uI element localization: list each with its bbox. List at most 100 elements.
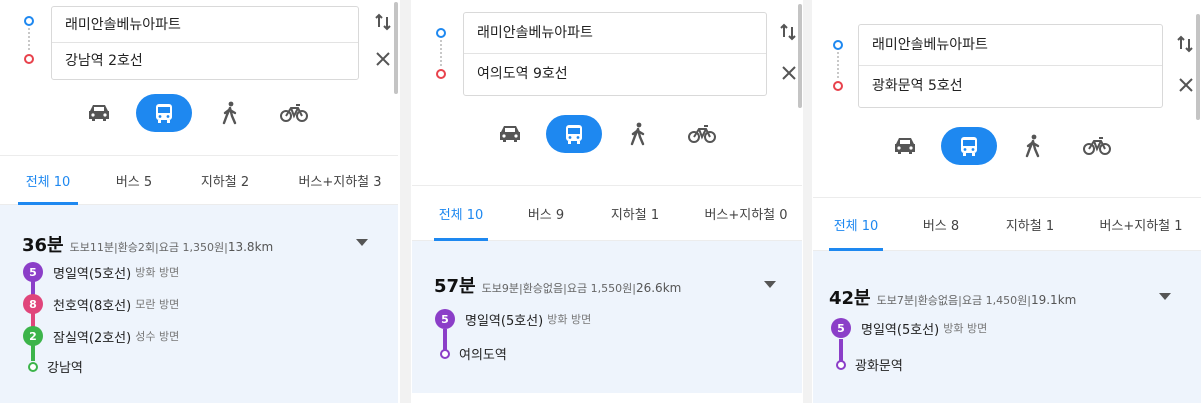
tab-bus-subway[interactable]: 버스+지하철 1 [1091, 198, 1191, 250]
mode-walk-button[interactable] [202, 94, 258, 132]
tab-bus-subway[interactable]: 버스+지하철 3 [290, 156, 390, 204]
mode-bus-button[interactable] [546, 115, 602, 153]
station-name: 명일역(5호선) [861, 322, 940, 338]
close-icon[interactable] [1176, 75, 1196, 97]
destination-input[interactable]: 여의도역 9호선 [464, 54, 766, 95]
direction: 방화 방면 [943, 322, 988, 335]
distance: 19.1km [1030, 293, 1077, 307]
destination-dot-icon [436, 69, 446, 79]
distance: 13.8km [227, 240, 274, 254]
walk-icon [222, 101, 237, 125]
station-name: 광화문역 [855, 359, 903, 374]
tab-subway[interactable]: 지하철 2 [190, 156, 260, 204]
list-item: 2 잠실역(2호선) 성수 방면 [23, 326, 179, 346]
route-panel-2: 래미안솔베뉴아파트 여의도역 9호선 전체 10 버스 9 지하철 1 버스+지… [412, 0, 802, 403]
mode-walk-button[interactable] [610, 115, 666, 153]
fare: 요금 1,550원 [566, 282, 633, 295]
destination-input[interactable]: 강남역 2호선 [52, 43, 358, 79]
line-badge: 8 [23, 294, 43, 314]
list-item: 5 명일역(5호선) 방화 방면 [831, 318, 987, 338]
swap-vertical-icon[interactable] [778, 22, 798, 44]
scrollbar[interactable] [394, 2, 398, 94]
station-name: 잠실역(2호선) [53, 330, 132, 346]
endpoint-dot-icon [440, 348, 450, 359]
close-icon[interactable] [779, 63, 799, 85]
route-summary: 42분 도보7분 | 환승없음 | 요금 1,450원 | 19.1km [829, 284, 1076, 310]
mode-walk-button[interactable] [1005, 127, 1061, 165]
panel-divider [400, 0, 411, 403]
swap-vertical-icon[interactable] [1175, 34, 1195, 56]
transfer-count: 환승없음 [917, 294, 959, 307]
bike-icon [280, 104, 308, 122]
scrollbar[interactable] [1196, 14, 1200, 120]
route-result-card[interactable]: 42분 도보7분 | 환승없음 | 요금 1,450원 | 19.1km 5 명일역(… [813, 251, 1201, 403]
tab-bus[interactable]: 버스 5 [104, 156, 164, 204]
transfer-count: 환승없음 [522, 282, 564, 295]
route-inputs: 래미안솔베뉴아파트 광화문역 5호선 [858, 24, 1163, 108]
destination-input[interactable]: 광화문역 5호선 [859, 66, 1162, 107]
tab-subway[interactable]: 지하철 1 [995, 198, 1065, 250]
origin-input[interactable]: 래미안솔베뉴아파트 [859, 25, 1162, 66]
tab-bus-subway[interactable]: 버스+지하철 0 [696, 186, 796, 240]
list-item: 여의도역 [435, 344, 507, 363]
direction: 방화 방면 [135, 266, 180, 279]
mode-bike-button[interactable] [266, 94, 322, 132]
route-connector [28, 28, 30, 50]
route-type-tabs: 전체 10 버스 5 지하철 2 버스+지하철 3 [0, 155, 398, 205]
endpoint-dot-icon [836, 359, 846, 370]
walk-icon [1025, 134, 1040, 158]
list-item: 강남역 [23, 357, 83, 376]
route-connector [837, 52, 839, 78]
tab-bus[interactable]: 버스 9 [516, 186, 576, 240]
list-item: 광화문역 [831, 355, 903, 374]
mode-car-button[interactable] [71, 94, 127, 132]
bus-icon [961, 137, 977, 156]
mode-car-button[interactable] [877, 127, 933, 165]
line-badge: 2 [23, 326, 43, 346]
origin-input[interactable]: 래미안솔베뉴아파트 [52, 7, 358, 43]
transfer-count: 환승2회 [117, 241, 156, 254]
list-item: 8 천호역(8호선) 모란 방면 [23, 294, 179, 314]
tab-all[interactable]: 전체 10 [18, 156, 78, 205]
walk-time: 도보11분 [69, 241, 114, 254]
route-connector [440, 40, 442, 66]
route-duration: 57분 [434, 276, 476, 297]
list-item: 5 명일역(5호선) 방화 방면 [435, 309, 591, 329]
direction: 모란 방면 [135, 298, 180, 311]
route-type-tabs: 전체 10 버스 9 지하철 1 버스+지하철 0 [412, 185, 802, 241]
walk-time: 도보9분 [481, 282, 519, 295]
tab-all[interactable]: 전체 10 [829, 198, 883, 251]
bike-icon [688, 125, 716, 143]
mode-bus-button[interactable] [941, 127, 997, 165]
distance: 26.6km [635, 281, 682, 295]
caret-down-icon[interactable] [764, 281, 776, 288]
mode-car-button[interactable] [482, 115, 538, 153]
scrollbar[interactable] [798, 4, 802, 108]
swap-vertical-icon[interactable] [373, 12, 393, 34]
origin-dot-icon [833, 40, 843, 50]
route-panel-3: 래미안솔베뉴아파트 광화문역 5호선 전체 10 버스 8 지하철 1 버스+지… [813, 0, 1201, 403]
tab-bus[interactable]: 버스 8 [911, 198, 971, 250]
car-icon [500, 126, 520, 142]
mode-bike-button[interactable] [674, 115, 730, 153]
caret-down-icon[interactable] [1159, 293, 1171, 300]
car-icon [895, 138, 915, 154]
line-badge: 5 [435, 309, 455, 329]
line-badge: 5 [23, 262, 43, 282]
tab-subway[interactable]: 지하철 1 [600, 186, 670, 240]
route-result-card[interactable]: 57분 도보9분 | 환승없음 | 요금 1,550원 | 26.6km 5 명일역(… [412, 241, 802, 393]
direction: 성수 방면 [135, 330, 180, 343]
tab-all[interactable]: 전체 10 [434, 186, 488, 241]
origin-dot-icon [24, 16, 34, 26]
route-summary: 57분 도보9분 | 환승없음 | 요금 1,550원 | 26.6km [434, 272, 681, 298]
route-summary: 36분 도보11분 | 환승2회 | 요금 1,350원 | 13.8km [22, 231, 273, 257]
fare: 요금 1,450원 [961, 294, 1028, 307]
station-name: 강남역 [47, 361, 83, 376]
caret-down-icon[interactable] [356, 239, 368, 246]
route-panel-1: 래미안솔베뉴아파트 강남역 2호선 전체 10 버스 5 지하철 2 버스+지하… [0, 0, 398, 403]
close-icon[interactable] [373, 49, 393, 71]
route-result-card[interactable]: 36분 도보11분 | 환승2회 | 요금 1,350원 | 13.8km 5 명일역… [0, 205, 398, 403]
mode-bus-button[interactable] [136, 94, 192, 132]
mode-bike-button[interactable] [1069, 127, 1125, 165]
origin-input[interactable]: 래미안솔베뉴아파트 [464, 13, 766, 54]
